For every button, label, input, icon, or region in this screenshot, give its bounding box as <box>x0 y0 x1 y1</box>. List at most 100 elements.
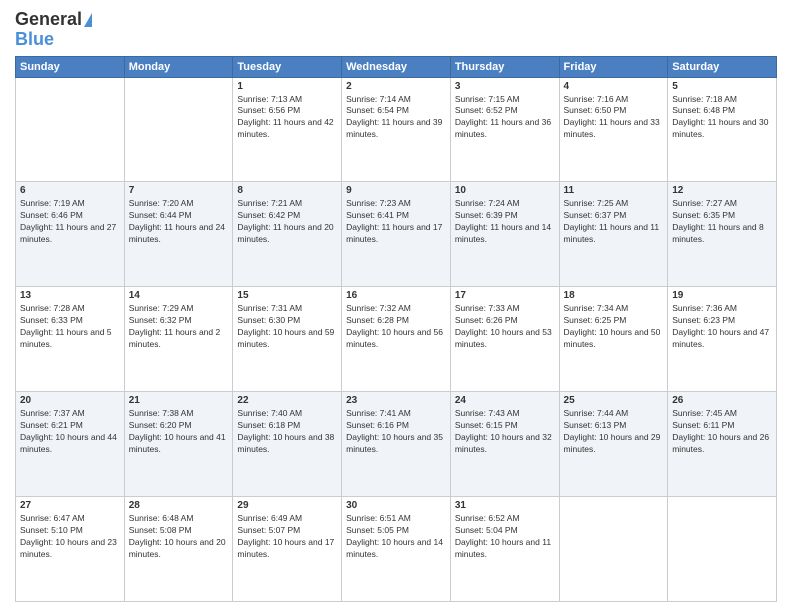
day-info: Sunrise: 7:13 AM Sunset: 6:56 PM Dayligh… <box>237 94 337 142</box>
day-info: Sunrise: 6:51 AM Sunset: 5:05 PM Dayligh… <box>346 513 446 561</box>
day-info: Sunrise: 7:28 AM Sunset: 6:33 PM Dayligh… <box>20 303 120 351</box>
day-number: 18 <box>564 290 664 301</box>
day-info: Sunrise: 7:41 AM Sunset: 6:16 PM Dayligh… <box>346 408 446 456</box>
calendar-cell: 24 Sunrise: 7:43 AM Sunset: 6:15 PM Dayli… <box>450 392 559 497</box>
day-number: 27 <box>20 500 120 511</box>
logo-triangle-icon <box>84 13 92 27</box>
calendar-cell: 12Sunrise: 7:27 AM Sunset: 6:35 PM Dayli… <box>668 182 777 287</box>
day-info: Sunrise: 7:29 AM Sunset: 6:32 PM Dayligh… <box>129 303 229 351</box>
calendar-cell: 28Sunrise: 6:48 AM Sunset: 5:08 PM Dayli… <box>124 497 233 602</box>
day-number: 15 <box>237 290 337 301</box>
day-info: Sunrise: 6:49 AM Sunset: 5:07 PM Dayligh… <box>237 513 337 561</box>
day-number: 3 <box>455 81 555 92</box>
day-info: Sunrise: 7:32 AM Sunset: 6:28 PM Dayligh… <box>346 303 446 351</box>
calendar-cell: 27 Sunrise: 6:47 AM Sunset: 5:10 PM Dayli… <box>16 497 125 602</box>
day-info: Sunrise: 7:14 AM Sunset: 6:54 PM Dayligh… <box>346 94 446 142</box>
calendar-cell: 14 Sunrise: 7:29 AM Sunset: 6:32 PM Dayli… <box>124 287 233 392</box>
day-number: 9 <box>346 185 446 196</box>
day-number: 11 <box>564 185 664 196</box>
calendar-cell: 16 Sunrise: 7:32 AM Sunset: 6:28 PM Dayli… <box>342 287 451 392</box>
calendar-cell: 20 Sunrise: 7:37 AM Sunset: 6:21 PM Dayli… <box>16 392 125 497</box>
day-info: Sunrise: 7:24 AM Sunset: 6:39 PM Dayligh… <box>455 198 555 246</box>
day-header-row: SundayMondayTuesdayWednesdayThursdayFrid… <box>16 56 777 77</box>
calendar-cell: 25 Sunrise: 7:44 AM Sunset: 6:13 PM Dayli… <box>559 392 668 497</box>
calendar-cell: 21Sunrise: 7:38 AM Sunset: 6:20 PM Dayli… <box>124 392 233 497</box>
day-number: 25 <box>564 395 664 406</box>
day-info: Sunrise: 6:52 AM Sunset: 5:04 PM Dayligh… <box>455 513 555 561</box>
day-number: 31 <box>455 500 555 511</box>
calendar-cell: 8 Sunrise: 7:21 AM Sunset: 6:42 PM Daylig… <box>233 182 342 287</box>
calendar-cell: 17 Sunrise: 7:33 AM Sunset: 6:26 PM Dayli… <box>450 287 559 392</box>
calendar-cell <box>668 497 777 602</box>
day-number: 8 <box>237 185 337 196</box>
day-info: Sunrise: 7:45 AM Sunset: 6:11 PM Dayligh… <box>672 408 772 456</box>
calendar-cell: 10 Sunrise: 7:24 AM Sunset: 6:39 PM Dayli… <box>450 182 559 287</box>
day-number: 12 <box>672 185 772 196</box>
calendar-cell: 18 Sunrise: 7:34 AM Sunset: 6:25 PM Dayli… <box>559 287 668 392</box>
calendar-week-row: 13 Sunrise: 7:28 AM Sunset: 6:33 PM Dayli… <box>16 287 777 392</box>
day-header-saturday: Saturday <box>668 56 777 77</box>
day-info: Sunrise: 7:25 AM Sunset: 6:37 PM Dayligh… <box>564 198 664 246</box>
day-number: 30 <box>346 500 446 511</box>
calendar-cell <box>16 77 125 182</box>
calendar-week-row: 1 Sunrise: 7:13 AM Sunset: 6:56 PM Daylig… <box>16 77 777 182</box>
day-info: Sunrise: 7:18 AM Sunset: 6:48 PM Dayligh… <box>672 94 772 142</box>
day-number: 22 <box>237 395 337 406</box>
day-number: 7 <box>129 185 229 196</box>
calendar-cell: 23 Sunrise: 7:41 AM Sunset: 6:16 PM Dayli… <box>342 392 451 497</box>
calendar-cell: 11 Sunrise: 7:25 AM Sunset: 6:37 PM Dayli… <box>559 182 668 287</box>
day-info: Sunrise: 6:47 AM Sunset: 5:10 PM Dayligh… <box>20 513 120 561</box>
day-info: Sunrise: 6:48 AM Sunset: 5:08 PM Dayligh… <box>129 513 229 561</box>
calendar-cell: 15Sunrise: 7:31 AM Sunset: 6:30 PM Dayli… <box>233 287 342 392</box>
day-number: 24 <box>455 395 555 406</box>
calendar-cell: 5 Sunrise: 7:18 AM Sunset: 6:48 PM Daylig… <box>668 77 777 182</box>
day-info: Sunrise: 7:23 AM Sunset: 6:41 PM Dayligh… <box>346 198 446 246</box>
day-number: 19 <box>672 290 772 301</box>
day-header-sunday: Sunday <box>16 56 125 77</box>
day-number: 10 <box>455 185 555 196</box>
day-info: Sunrise: 7:21 AM Sunset: 6:42 PM Dayligh… <box>237 198 337 246</box>
day-info: Sunrise: 7:44 AM Sunset: 6:13 PM Dayligh… <box>564 408 664 456</box>
day-header-tuesday: Tuesday <box>233 56 342 77</box>
calendar-cell: 9 Sunrise: 7:23 AM Sunset: 6:41 PM Daylig… <box>342 182 451 287</box>
calendar-week-row: 27 Sunrise: 6:47 AM Sunset: 5:10 PM Dayli… <box>16 497 777 602</box>
day-number: 1 <box>237 81 337 92</box>
calendar-cell: 29Sunrise: 6:49 AM Sunset: 5:07 PM Dayli… <box>233 497 342 602</box>
calendar-cell: 13 Sunrise: 7:28 AM Sunset: 6:33 PM Dayli… <box>16 287 125 392</box>
calendar-cell: 22 Sunrise: 7:40 AM Sunset: 6:18 PM Dayli… <box>233 392 342 497</box>
day-info: Sunrise: 7:34 AM Sunset: 6:25 PM Dayligh… <box>564 303 664 351</box>
day-info: Sunrise: 7:38 AM Sunset: 6:20 PM Dayligh… <box>129 408 229 456</box>
day-number: 20 <box>20 395 120 406</box>
page: General Blue SundayMondayTuesdayWednesda… <box>0 0 792 612</box>
calendar-cell: 2 Sunrise: 7:14 AM Sunset: 6:54 PM Daylig… <box>342 77 451 182</box>
day-number: 16 <box>346 290 446 301</box>
day-number: 26 <box>672 395 772 406</box>
day-info: Sunrise: 7:33 AM Sunset: 6:26 PM Dayligh… <box>455 303 555 351</box>
day-header-monday: Monday <box>124 56 233 77</box>
day-number: 5 <box>672 81 772 92</box>
logo: General Blue <box>15 10 92 50</box>
calendar-cell: 30 Sunrise: 6:51 AM Sunset: 5:05 PM Dayli… <box>342 497 451 602</box>
calendar-cell: 6 Sunrise: 7:19 AM Sunset: 6:46 PM Daylig… <box>16 182 125 287</box>
calendar-cell: 7 Sunrise: 7:20 AM Sunset: 6:44 PM Daylig… <box>124 182 233 287</box>
day-number: 17 <box>455 290 555 301</box>
day-info: Sunrise: 7:40 AM Sunset: 6:18 PM Dayligh… <box>237 408 337 456</box>
day-info: Sunrise: 7:43 AM Sunset: 6:15 PM Dayligh… <box>455 408 555 456</box>
day-number: 23 <box>346 395 446 406</box>
calendar-cell: 4Sunrise: 7:16 AM Sunset: 6:50 PM Daylig… <box>559 77 668 182</box>
day-info: Sunrise: 7:15 AM Sunset: 6:52 PM Dayligh… <box>455 94 555 142</box>
calendar-cell: 26 Sunrise: 7:45 AM Sunset: 6:11 PM Dayli… <box>668 392 777 497</box>
day-info: Sunrise: 7:19 AM Sunset: 6:46 PM Dayligh… <box>20 198 120 246</box>
day-info: Sunrise: 7:36 AM Sunset: 6:23 PM Dayligh… <box>672 303 772 351</box>
day-number: 6 <box>20 185 120 196</box>
calendar-cell: 3 Sunrise: 7:15 AM Sunset: 6:52 PM Daylig… <box>450 77 559 182</box>
day-number: 13 <box>20 290 120 301</box>
day-info: Sunrise: 7:37 AM Sunset: 6:21 PM Dayligh… <box>20 408 120 456</box>
logo-text-general: General <box>15 10 82 30</box>
calendar-week-row: 6 Sunrise: 7:19 AM Sunset: 6:46 PM Daylig… <box>16 182 777 287</box>
day-number: 14 <box>129 290 229 301</box>
day-header-friday: Friday <box>559 56 668 77</box>
day-info: Sunrise: 7:20 AM Sunset: 6:44 PM Dayligh… <box>129 198 229 246</box>
day-number: 2 <box>346 81 446 92</box>
day-info: Sunrise: 7:16 AM Sunset: 6:50 PM Dayligh… <box>564 94 664 142</box>
